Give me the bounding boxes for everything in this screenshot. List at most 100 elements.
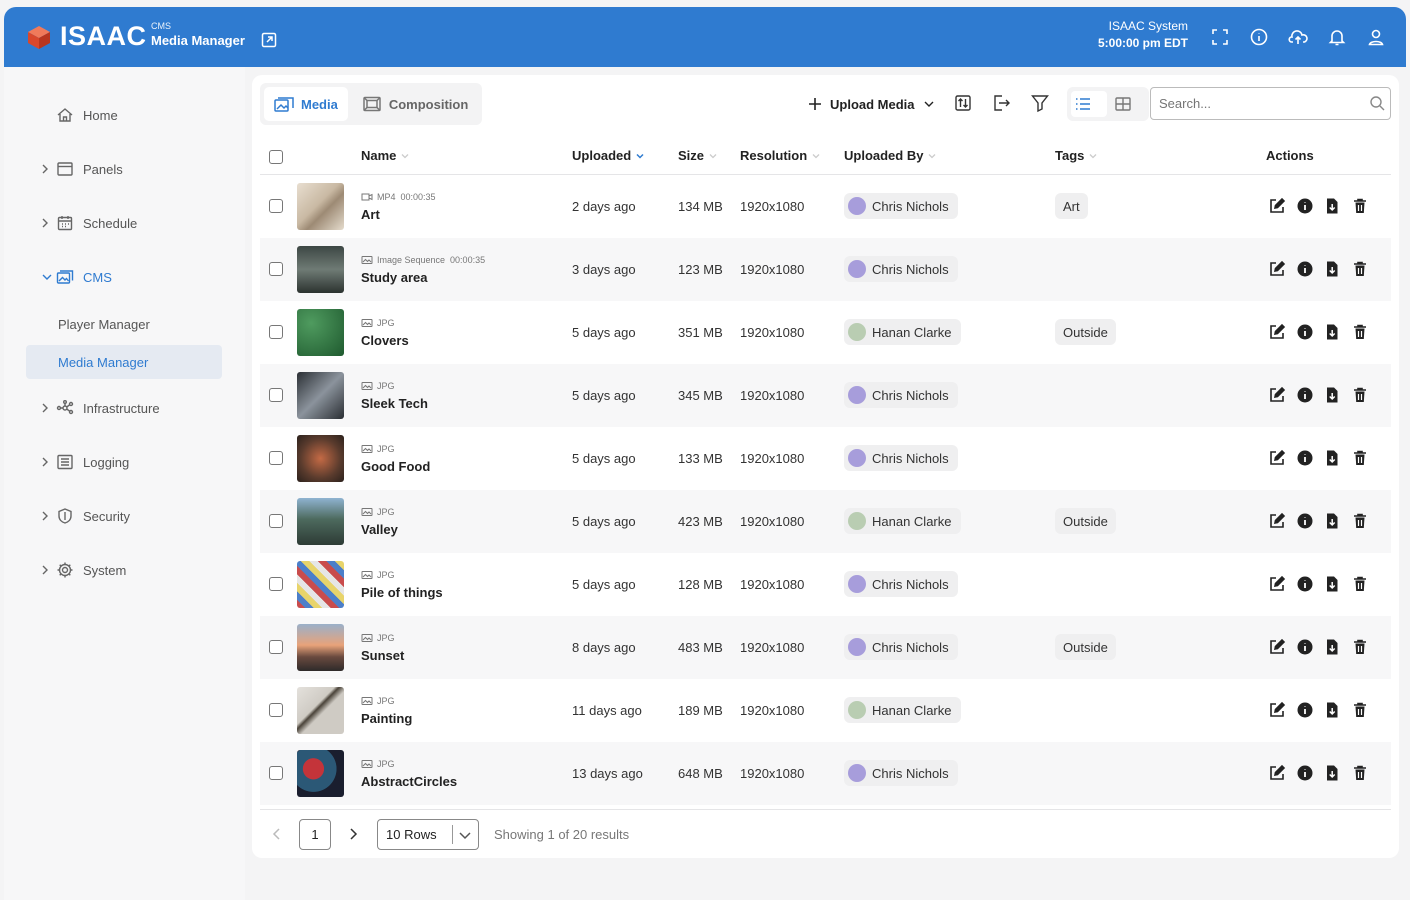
tab-composition[interactable]: Composition [352, 87, 478, 121]
row-checkbox[interactable] [269, 325, 283, 339]
media-name[interactable]: Painting [361, 711, 412, 726]
uploader-chip[interactable]: Chris Nichols [844, 760, 958, 786]
edit-icon[interactable] [1268, 449, 1286, 467]
row-checkbox[interactable] [269, 262, 283, 276]
media-thumbnail[interactable] [297, 750, 344, 797]
media-name[interactable]: Good Food [361, 459, 430, 474]
table-row[interactable]: JPG Good Food 5 days ago 133 MB 1920x1080 Chr… [260, 427, 1391, 490]
download-icon[interactable] [1323, 197, 1341, 215]
media-name[interactable]: Art [361, 207, 380, 222]
media-name[interactable]: Valley [361, 522, 398, 537]
grid-view-icon[interactable] [1113, 94, 1133, 114]
external-link-icon[interactable] [261, 32, 277, 48]
trash-icon[interactable] [1351, 260, 1369, 278]
info-icon[interactable] [1296, 323, 1314, 341]
row-checkbox[interactable] [269, 199, 283, 213]
column-size[interactable]: Size [678, 148, 718, 163]
table-row[interactable]: JPG Sunset 8 days ago 483 MB 1920x1080 Chris … [260, 616, 1391, 679]
table-row[interactable]: MP4 00:00:35 Art 2 days ago 134 MB 1920x1080… [260, 175, 1391, 238]
media-name[interactable]: Study area [361, 270, 427, 285]
brand-logo[interactable]: ISAAC [26, 21, 147, 52]
download-icon[interactable] [1323, 638, 1341, 656]
info-icon[interactable] [1249, 27, 1269, 47]
sidebar-item-security[interactable]: Security [4, 500, 245, 532]
uploader-chip[interactable]: Chris Nichols [844, 445, 958, 471]
sidebar-item-cms[interactable]: CMS [4, 261, 245, 293]
tag-chip[interactable]: Outside [1055, 319, 1116, 345]
chevron-left-icon[interactable] [270, 827, 284, 841]
trash-icon[interactable] [1351, 323, 1369, 341]
trash-icon[interactable] [1351, 701, 1369, 719]
info-icon[interactable] [1296, 260, 1314, 278]
media-thumbnail[interactable] [297, 435, 344, 482]
select-all-checkbox[interactable] [269, 150, 283, 164]
table-row[interactable]: JPG Clovers 5 days ago 351 MB 1920x1080 Hanan… [260, 301, 1391, 364]
rows-per-page-select[interactable]: 10 Rows [377, 819, 479, 850]
media-thumbnail[interactable] [297, 372, 344, 419]
search-input[interactable] [1150, 87, 1391, 120]
media-name[interactable]: Pile of things [361, 585, 443, 600]
media-name[interactable]: Sunset [361, 648, 404, 663]
edit-icon[interactable] [1268, 512, 1286, 530]
info-icon[interactable] [1296, 701, 1314, 719]
media-name[interactable]: Clovers [361, 333, 409, 348]
download-icon[interactable] [1323, 764, 1341, 782]
download-icon[interactable] [1323, 701, 1341, 719]
table-row[interactable]: JPG AbstractCircles 13 days ago 648 MB 1920x… [260, 742, 1391, 805]
trash-icon[interactable] [1351, 638, 1369, 656]
edit-icon[interactable] [1268, 323, 1286, 341]
sidebar-subitem-media-manager[interactable]: Media Manager [26, 345, 222, 379]
table-row[interactable]: JPG Sleek Tech 5 days ago 345 MB 1920x1080 Ch… [260, 364, 1391, 427]
fullscreen-icon[interactable] [1210, 27, 1230, 47]
row-checkbox[interactable] [269, 703, 283, 717]
sidebar-item-schedule[interactable]: Schedule [4, 207, 245, 239]
uploader-chip[interactable]: Chris Nichols [844, 571, 958, 597]
media-name[interactable]: AbstractCircles [361, 774, 457, 789]
uploader-chip[interactable]: Hanan Clarke [844, 508, 961, 534]
uploader-chip[interactable]: Hanan Clarke [844, 319, 961, 345]
trash-icon[interactable] [1351, 575, 1369, 593]
row-checkbox[interactable] [269, 388, 283, 402]
edit-icon[interactable] [1268, 386, 1286, 404]
tab-media[interactable]: Media [264, 87, 348, 121]
edit-icon[interactable] [1268, 575, 1286, 593]
media-thumbnail[interactable] [297, 624, 344, 671]
edit-icon[interactable] [1268, 638, 1286, 656]
info-icon[interactable] [1296, 764, 1314, 782]
table-row[interactable]: JPG Valley 5 days ago 423 MB 1920x1080 Hanan … [260, 490, 1391, 553]
info-icon[interactable] [1296, 638, 1314, 656]
info-icon[interactable] [1296, 575, 1314, 593]
info-icon[interactable] [1296, 197, 1314, 215]
download-icon[interactable] [1323, 512, 1341, 530]
media-thumbnail[interactable] [297, 561, 344, 608]
sidebar-item-home[interactable]: Home [4, 99, 245, 131]
edit-icon[interactable] [1268, 701, 1286, 719]
media-name[interactable]: Sleek Tech [361, 396, 428, 411]
download-icon[interactable] [1323, 449, 1341, 467]
tag-chip[interactable]: Outside [1055, 634, 1116, 660]
chevron-right-icon[interactable] [346, 827, 360, 841]
filter-icon[interactable] [1030, 93, 1050, 113]
page-number[interactable]: 1 [299, 819, 331, 850]
user-icon[interactable] [1366, 27, 1386, 47]
column-name[interactable]: Name [361, 148, 410, 163]
info-icon[interactable] [1296, 512, 1314, 530]
trash-icon[interactable] [1351, 764, 1369, 782]
row-checkbox[interactable] [269, 451, 283, 465]
tag-chip[interactable]: Outside [1055, 508, 1116, 534]
row-checkbox[interactable] [269, 640, 283, 654]
cloud-upload-icon[interactable] [1288, 27, 1308, 47]
table-row[interactable]: Image Sequence 00:00:35 Study area 3 days … [260, 238, 1391, 301]
info-icon[interactable] [1296, 386, 1314, 404]
column-resolution[interactable]: Resolution [740, 148, 821, 163]
edit-icon[interactable] [1268, 197, 1286, 215]
upload-media-button[interactable]: Upload Media [808, 93, 935, 115]
media-thumbnail[interactable] [297, 498, 344, 545]
row-checkbox[interactable] [269, 766, 283, 780]
row-checkbox[interactable] [269, 577, 283, 591]
trash-icon[interactable] [1351, 386, 1369, 404]
info-icon[interactable] [1296, 449, 1314, 467]
column-uploaded-by[interactable]: Uploaded By [844, 148, 937, 163]
table-row[interactable]: JPG Pile of things 5 days ago 128 MB 1920x10… [260, 553, 1391, 616]
bell-icon[interactable] [1327, 27, 1347, 47]
